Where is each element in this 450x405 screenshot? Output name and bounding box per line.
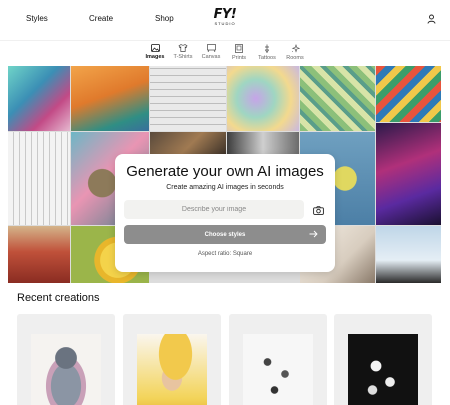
creation-image-woman-yellow-hat (137, 334, 207, 405)
top-nav: Styles Create Shop FY! STUDIO (0, 0, 450, 38)
arrow-right-icon (309, 230, 318, 238)
tab-prints[interactable]: Prints (224, 44, 254, 61)
collage-tile-umbrella-girl (376, 226, 441, 283)
logo-subtext: STUDIO (214, 21, 236, 26)
account-button[interactable] (422, 10, 440, 28)
print-icon (235, 44, 243, 53)
generator-title: Generate your own AI images (126, 163, 324, 180)
category-tabs: Images T-Shirts Canvas Prints Tattoos Ro… (0, 40, 450, 67)
canvas-icon (206, 44, 216, 52)
collage-tile-portrait-swirl (8, 66, 70, 131)
prompt-input[interactable] (124, 200, 304, 219)
image-icon (150, 44, 160, 52)
recent-creation-card[interactable] (123, 314, 221, 405)
sparkle-icon (291, 44, 300, 53)
collage-tile-colorful-pattern (376, 66, 441, 122)
tab-label: Canvas (201, 54, 221, 60)
nav-create-link[interactable]: Create (89, 14, 113, 23)
tab-tattoos[interactable]: Tattoos (252, 44, 282, 61)
creation-image-robot-girl (31, 334, 101, 405)
nav-shop-link[interactable]: Shop (155, 14, 174, 23)
aspect-ratio-label[interactable]: Aspect ratio: Square (115, 251, 335, 257)
choose-styles-button[interactable]: Choose styles (124, 225, 326, 244)
collage-tile-fence-sketch (8, 132, 70, 225)
collage-tile-abstract-colors (227, 66, 299, 131)
tab-images[interactable]: Images (140, 44, 170, 67)
user-icon (427, 14, 435, 24)
tab-label: Rooms (286, 55, 304, 61)
tab-label: Images (145, 54, 165, 60)
tab-label: Prints (231, 55, 247, 61)
logo-text: FY! (213, 7, 237, 22)
generator-subtitle: Create amazing AI images in seconds (166, 184, 284, 191)
collage-tile-bridge (8, 226, 70, 283)
camera-icon (312, 205, 324, 215)
recent-creations-heading: Recent creations (17, 292, 100, 304)
tab-tshirts[interactable]: T-Shirts (168, 44, 198, 60)
creation-image-botanical-sketch (243, 334, 313, 405)
tattoo-icon (264, 44, 270, 53)
tab-label: Tattoos (258, 55, 276, 61)
collage-tile-green-pattern (300, 66, 375, 131)
creation-image-botanical-print (348, 334, 418, 405)
tab-canvas[interactable]: Canvas (196, 44, 226, 60)
fy-studio-logo[interactable]: FY! STUDIO (212, 8, 238, 30)
collage-tile-neon-portrait (376, 123, 441, 225)
nav-styles-link[interactable]: Styles (26, 14, 48, 23)
recent-creation-card[interactable] (229, 314, 327, 405)
choose-styles-label: Choose styles (204, 231, 246, 238)
upload-image-button[interactable] (309, 201, 327, 219)
tab-rooms[interactable]: Rooms (280, 44, 310, 61)
collage-tile-building-sketch (150, 66, 226, 131)
tshirt-icon (178, 44, 188, 52)
generator-card: Generate your own AI images Create amazi… (115, 154, 335, 272)
collage-tile-autumn-trees (71, 66, 149, 131)
recent-creation-card[interactable] (17, 314, 115, 405)
tab-label: T-Shirts (173, 54, 193, 60)
recent-creation-card[interactable] (334, 314, 432, 405)
